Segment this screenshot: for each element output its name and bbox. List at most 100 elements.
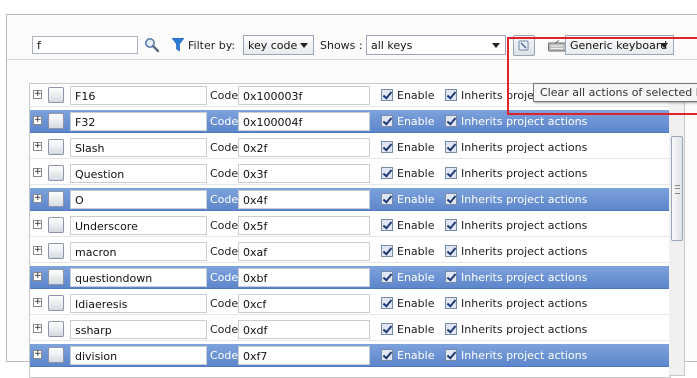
key-name-field[interactable]: questiondown [70, 268, 207, 287]
key-name-field[interactable]: O [70, 190, 207, 209]
inherits-checkbox[interactable] [445, 193, 457, 205]
key-action-button[interactable] [48, 139, 64, 155]
key-action-button[interactable] [48, 191, 64, 207]
chevron-down-icon [300, 43, 308, 48]
enable-checkbox[interactable] [381, 115, 393, 127]
key-code-field[interactable]: 0x5f [238, 216, 370, 235]
key-name-field[interactable]: macron [70, 242, 207, 261]
code-label: Code [210, 115, 239, 128]
expand-icon[interactable]: + [33, 246, 42, 255]
key-action-button[interactable] [48, 295, 64, 311]
key-action-button[interactable] [48, 243, 64, 259]
vertical-scrollbar[interactable] [669, 83, 685, 376]
expand-icon[interactable]: + [33, 168, 42, 177]
key-code-field[interactable]: 0xcf [238, 294, 370, 313]
key-code-field[interactable]: 0x100004f [238, 112, 370, 131]
enable-checkbox[interactable] [381, 141, 393, 153]
enable-checkbox[interactable] [381, 193, 393, 205]
key-code-field[interactable]: 0xaf [238, 242, 370, 261]
expand-icon[interactable]: + [33, 116, 42, 125]
inherits-checkbox[interactable] [445, 167, 457, 179]
inherits-checkbox[interactable] [445, 271, 457, 283]
shows-dropdown[interactable]: all keys [366, 35, 506, 55]
key-name-field[interactable]: division [70, 346, 207, 365]
expand-icon[interactable]: + [33, 194, 42, 203]
key-code-field[interactable]: 0xf7 [238, 346, 370, 365]
key-name-field[interactable]: F16 [70, 86, 207, 105]
table-row[interactable]: + O Code 0x4f Enable Inherits project actions [30, 188, 670, 211]
key-code-field[interactable]: 0x100003f [238, 86, 370, 105]
key-name-field[interactable]: Question [70, 164, 207, 183]
table-row[interactable]: + questiondown Code 0xbf Enable Inherits proj… [30, 266, 670, 289]
table-row[interactable]: + Question Code 0x3f Enable Inherits project … [30, 162, 670, 185]
magnifier-icon[interactable] [144, 37, 160, 53]
key-action-button[interactable] [48, 269, 64, 285]
key-name-field[interactable]: ssharp [70, 320, 207, 339]
enable-label: Enable [397, 245, 435, 258]
key-code-field[interactable]: 0x4f [238, 190, 370, 209]
expand-icon[interactable]: + [33, 142, 42, 151]
key-name-field[interactable]: Idiaeresis [70, 294, 207, 313]
key-code-field[interactable]: 0xbf [238, 268, 370, 287]
search-input[interactable]: f [32, 36, 138, 54]
expand-icon[interactable]: + [33, 350, 42, 359]
table-row[interactable]: + Idiaeresis Code 0xcf Enable Inherits projec… [30, 292, 670, 315]
filter-value: key code [248, 39, 298, 52]
inherits-checkbox[interactable] [445, 115, 457, 127]
key-name-field[interactable]: Underscore [70, 216, 207, 235]
expand-icon[interactable]: + [33, 90, 42, 99]
inherits-checkbox[interactable] [445, 323, 457, 335]
key-action-button[interactable] [48, 113, 64, 129]
table-row[interactable]: + division Code 0xf7 Enable Inherits project … [30, 344, 670, 367]
enable-checkbox[interactable] [381, 271, 393, 283]
enable-checkbox[interactable] [381, 323, 393, 335]
key-name-field[interactable]: F32 [70, 112, 207, 131]
key-action-button[interactable] [48, 217, 64, 233]
enable-label: Enable [397, 141, 435, 154]
key-code-field[interactable]: 0x3f [238, 164, 370, 183]
enable-label: Enable [397, 297, 435, 310]
code-label: Code [210, 271, 239, 284]
inherits-label: Inherits project actions [461, 297, 588, 310]
key-action-button[interactable] [48, 321, 64, 337]
enable-label: Enable [397, 349, 435, 362]
table-row[interactable]: + macron Code 0xaf Enable Inherits project ac… [30, 240, 670, 263]
table-row[interactable]: + ssharp Code 0xdf Enable Inherits project ac… [30, 318, 670, 341]
clear-actions-button[interactable] [513, 35, 535, 56]
inherits-checkbox[interactable] [445, 219, 457, 231]
inherits-checkbox[interactable] [445, 89, 457, 101]
key-action-button[interactable] [48, 165, 64, 181]
enable-checkbox[interactable] [381, 297, 393, 309]
inherits-checkbox[interactable] [445, 141, 457, 153]
enable-checkbox[interactable] [381, 245, 393, 257]
expand-icon[interactable]: + [33, 272, 42, 281]
device-dropdown[interactable]: Generic keyboard [565, 35, 674, 55]
keyboard-icon [548, 40, 566, 52]
scrollbar-thumb[interactable] [671, 136, 683, 241]
filter-dropdown[interactable]: key code [243, 35, 314, 55]
inherits-checkbox[interactable] [445, 297, 457, 309]
enable-checkbox[interactable] [381, 167, 393, 179]
key-action-button[interactable] [48, 87, 64, 103]
inherits-checkbox[interactable] [445, 245, 457, 257]
enable-checkbox[interactable] [381, 219, 393, 231]
shows-label: Shows : [320, 39, 363, 52]
expand-icon[interactable]: + [33, 220, 42, 229]
inherits-checkbox[interactable] [445, 349, 457, 361]
table-row[interactable]: + Slash Code 0x2f Enable Inherits project act… [30, 136, 670, 159]
clear-actions-icon [518, 40, 529, 51]
key-code-field[interactable]: 0xdf [238, 320, 370, 339]
funnel-icon [172, 38, 184, 52]
table-row[interactable]: + F32 Code 0x100004f Enable Inherits project … [30, 110, 670, 133]
inherits-label: Inherits project actions [461, 323, 588, 336]
key-name-field[interactable]: Slash [70, 138, 207, 157]
key-code-field[interactable]: 0x2f [238, 138, 370, 157]
expand-icon[interactable]: + [33, 298, 42, 307]
enable-checkbox[interactable] [381, 349, 393, 361]
code-label: Code [210, 89, 239, 102]
shows-value: all keys [371, 39, 413, 52]
enable-checkbox[interactable] [381, 89, 393, 101]
device-value: Generic keyboard [570, 39, 668, 52]
expand-icon[interactable]: + [33, 324, 42, 333]
table-row[interactable]: + Underscore Code 0x5f Enable Inherits projec… [30, 214, 670, 237]
